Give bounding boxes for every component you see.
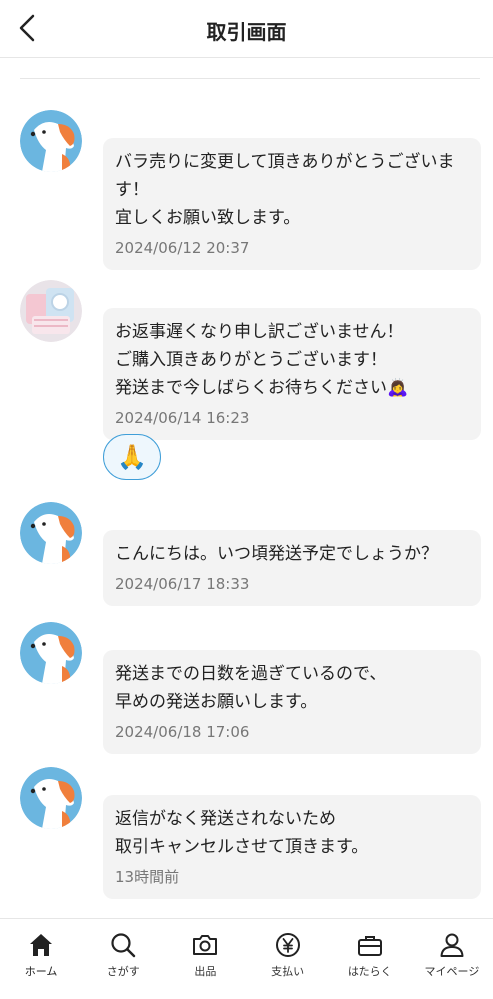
briefcase-icon [357,936,382,956]
message-time: 2024/06/12 20:37 [115,239,250,257]
avatar[interactable] [20,280,82,342]
page-title: 取引画面 [206,20,287,44]
tab-label: 出品 [194,965,217,978]
tab-search[interactable]: さがす [82,919,164,999]
tab-payment[interactable]: 支払い [247,919,329,999]
message-time: 2024/06/14 16:23 [115,409,250,427]
message-text: バラ売りに変更して頂きありがとうございます！ 宜しくお願い致します。 [115,152,455,228]
home-icon [30,934,53,956]
tab-label: ホーム [24,965,58,978]
tab-home[interactable]: ホーム [0,919,82,999]
tab-mypage[interactable]: マイページ [411,919,493,999]
message-bubble: バラ売りに変更して頂きありがとうございます！ 宜しくお願い致します。 2024/… [103,138,481,270]
message-time: 2024/06/17 18:33 [115,575,250,593]
tab-label: マイページ [424,965,480,978]
message-bubble: 返信がなく発送されないため 取引キャンセルさせて頂きます。 13時間前 [103,795,481,899]
message-bubble: お返事遅くなり申し訳ございません！ ご購入頂きありがとうございます！ 発送まで今… [103,308,481,440]
tab-sell[interactable]: 出品 [164,919,246,999]
message-text: 発送までの日数を過ぎているので、 早めの発送お願いします。 [115,664,387,712]
message-text: お返事遅くなり申し訳ございません！ ご購入頂きありがとうございます！ 発送まで今… [115,322,409,398]
message-bubble: こんにちは。いつ頃発送予定でしょうか？ 2024/06/17 18:33 [103,530,481,606]
search-icon [111,933,136,958]
message-time: 13時間前 [115,868,180,886]
avatar[interactable] [20,110,82,172]
bottom-tab-bar: ホーム さがす 出品 支払い はたらく マイページ [0,918,493,999]
tab-work[interactable]: はたらく [329,919,411,999]
tab-label: さがす [106,965,140,978]
message-text: 返信がなく発送されないため 取引キャンセルさせて頂きます。 [115,809,369,857]
avatar[interactable] [20,502,82,564]
tab-label: はたらく [347,965,392,978]
avatar[interactable] [20,622,82,684]
tab-label: 支払い [271,965,305,978]
person-icon [440,933,464,957]
message-text: こんにちは。いつ頃発送予定でしょうか？ [115,544,438,564]
header: 取引画面 [0,0,493,58]
yen-icon [275,933,300,957]
reaction-badge[interactable]: 🙏 [103,434,161,480]
message-time: 2024/06/18 17:06 [115,723,250,741]
avatar[interactable] [20,767,82,829]
camera-icon [193,935,218,955]
divider [20,78,480,79]
message-bubble: 発送までの日数を過ぎているので、 早めの発送お願いします。 2024/06/18… [103,650,481,754]
